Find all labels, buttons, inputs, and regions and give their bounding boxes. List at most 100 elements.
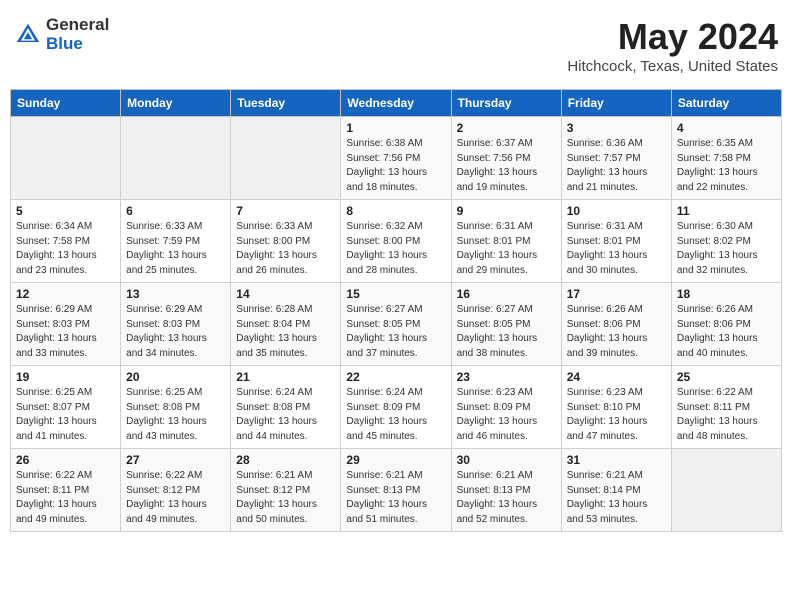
- calendar-body: 1 Sunrise: 6:38 AMSunset: 7:56 PMDaylight…: [11, 117, 782, 532]
- day-number: 8: [346, 204, 445, 218]
- calendar-cell: 18 Sunrise: 6:26 AMSunset: 8:06 PMDayligh…: [671, 283, 781, 366]
- day-number: 31: [567, 453, 666, 467]
- calendar-cell: 7 Sunrise: 6:33 AMSunset: 8:00 PMDaylight…: [231, 200, 341, 283]
- calendar-cell: 20 Sunrise: 6:25 AMSunset: 8:08 PMDayligh…: [121, 366, 231, 449]
- day-number: 10: [567, 204, 666, 218]
- weekday-header-cell: Saturday: [671, 90, 781, 117]
- day-info: Sunrise: 6:21 AMSunset: 8:13 PMDaylight:…: [457, 469, 556, 527]
- logo: General Blue: [14, 16, 109, 53]
- day-info: Sunrise: 6:21 AMSunset: 8:13 PMDaylight:…: [346, 469, 445, 527]
- day-number: 27: [126, 453, 225, 467]
- day-info: Sunrise: 6:21 AMSunset: 8:12 PMDaylight:…: [236, 469, 335, 527]
- calendar-cell: 23 Sunrise: 6:23 AMSunset: 8:09 PMDayligh…: [451, 366, 561, 449]
- day-number: 1: [346, 121, 445, 135]
- calendar-cell: 10 Sunrise: 6:31 AMSunset: 8:01 PMDayligh…: [561, 200, 671, 283]
- day-info: Sunrise: 6:31 AMSunset: 8:01 PMDaylight:…: [457, 220, 556, 278]
- day-number: 12: [16, 287, 115, 301]
- day-number: 4: [677, 121, 776, 135]
- weekday-header-cell: Tuesday: [231, 90, 341, 117]
- day-info: Sunrise: 6:22 AMSunset: 8:11 PMDaylight:…: [677, 386, 776, 444]
- day-info: Sunrise: 6:28 AMSunset: 8:04 PMDaylight:…: [236, 303, 335, 361]
- calendar-cell: 25 Sunrise: 6:22 AMSunset: 8:11 PMDayligh…: [671, 366, 781, 449]
- day-number: 17: [567, 287, 666, 301]
- day-number: 24: [567, 370, 666, 384]
- calendar-cell: 29 Sunrise: 6:21 AMSunset: 8:13 PMDayligh…: [341, 449, 451, 532]
- calendar-cell: 24Sunrise: 6:23 AMSunset: 8:10 PMDayligh…: [561, 366, 671, 449]
- day-number: 30: [457, 453, 556, 467]
- calendar-cell: 8 Sunrise: 6:32 AMSunset: 8:00 PMDaylight…: [341, 200, 451, 283]
- calendar-cell: 31 Sunrise: 6:21 AMSunset: 8:14 PMDayligh…: [561, 449, 671, 532]
- day-number: 11: [677, 204, 776, 218]
- calendar-cell: 21Sunrise: 6:24 AMSunset: 8:08 PMDayligh…: [231, 366, 341, 449]
- logo-icon: [14, 21, 42, 49]
- day-info: Sunrise: 6:24 AMSunset: 8:09 PMDaylight:…: [346, 386, 445, 444]
- day-number: 20: [126, 370, 225, 384]
- day-info: Sunrise: 6:31 AMSunset: 8:01 PMDaylight:…: [567, 220, 666, 278]
- calendar-cell: 27 Sunrise: 6:22 AMSunset: 8:12 PMDayligh…: [121, 449, 231, 532]
- calendar-cell: 3Sunrise: 6:36 AMSunset: 7:57 PMDaylight…: [561, 117, 671, 200]
- day-info: Sunrise: 6:26 AMSunset: 8:06 PMDaylight:…: [567, 303, 666, 361]
- day-info: Sunrise: 6:35 AMSunset: 7:58 PMDaylight:…: [677, 137, 776, 195]
- day-number: 21: [236, 370, 335, 384]
- day-info: Sunrise: 6:27 AMSunset: 8:05 PMDaylight:…: [457, 303, 556, 361]
- day-info: Sunrise: 6:21 AMSunset: 8:14 PMDaylight:…: [567, 469, 666, 527]
- day-info: Sunrise: 6:37 AMSunset: 7:56 PMDaylight:…: [457, 137, 556, 195]
- weekday-header-cell: Monday: [121, 90, 231, 117]
- calendar-cell: 1 Sunrise: 6:38 AMSunset: 7:56 PMDaylight…: [341, 117, 451, 200]
- calendar-cell: 11Sunrise: 6:30 AMSunset: 8:02 PMDayligh…: [671, 200, 781, 283]
- calendar-cell: 6Sunrise: 6:33 AMSunset: 7:59 PMDaylight…: [121, 200, 231, 283]
- calendar-cell: 5Sunrise: 6:34 AMSunset: 7:58 PMDaylight…: [11, 200, 121, 283]
- month-title: May 2024: [567, 16, 778, 58]
- day-info: Sunrise: 6:32 AMSunset: 8:00 PMDaylight:…: [346, 220, 445, 278]
- day-info: Sunrise: 6:38 AMSunset: 7:56 PMDaylight:…: [346, 137, 445, 195]
- calendar-cell: 4 Sunrise: 6:35 AMSunset: 7:58 PMDaylight…: [671, 117, 781, 200]
- weekday-header-cell: Thursday: [451, 90, 561, 117]
- day-info: Sunrise: 6:29 AMSunset: 8:03 PMDaylight:…: [16, 303, 115, 361]
- calendar-cell: 30 Sunrise: 6:21 AMSunset: 8:13 PMDayligh…: [451, 449, 561, 532]
- day-number: 5: [16, 204, 115, 218]
- day-number: 28: [236, 453, 335, 467]
- calendar-cell: 9 Sunrise: 6:31 AMSunset: 8:01 PMDaylight…: [451, 200, 561, 283]
- day-number: 7: [236, 204, 335, 218]
- day-info: Sunrise: 6:23 AMSunset: 8:09 PMDaylight:…: [457, 386, 556, 444]
- calendar-cell: [671, 449, 781, 532]
- day-info: Sunrise: 6:27 AMSunset: 8:05 PMDaylight:…: [346, 303, 445, 361]
- day-number: 29: [346, 453, 445, 467]
- calendar-cell: 15 Sunrise: 6:27 AMSunset: 8:05 PMDayligh…: [341, 283, 451, 366]
- logo-general-text: General: [46, 16, 109, 35]
- day-number: 25: [677, 370, 776, 384]
- day-info: Sunrise: 6:22 AMSunset: 8:11 PMDaylight:…: [16, 469, 115, 527]
- day-info: Sunrise: 6:25 AMSunset: 8:08 PMDaylight:…: [126, 386, 225, 444]
- day-number: 19: [16, 370, 115, 384]
- calendar-cell: 28 Sunrise: 6:21 AMSunset: 8:12 PMDayligh…: [231, 449, 341, 532]
- weekday-header-cell: Sunday: [11, 90, 121, 117]
- day-info: Sunrise: 6:25 AMSunset: 8:07 PMDaylight:…: [16, 386, 115, 444]
- calendar-cell: 17 Sunrise: 6:26 AMSunset: 8:06 PMDayligh…: [561, 283, 671, 366]
- day-number: 23: [457, 370, 556, 384]
- calendar-week-row: 12 Sunrise: 6:29 AMSunset: 8:03 PMDayligh…: [11, 283, 782, 366]
- day-number: 15: [346, 287, 445, 301]
- calendar-cell: [231, 117, 341, 200]
- calendar-cell: 2 Sunrise: 6:37 AMSunset: 7:56 PMDaylight…: [451, 117, 561, 200]
- calendar-week-row: 5Sunrise: 6:34 AMSunset: 7:58 PMDaylight…: [11, 200, 782, 283]
- calendar-cell: 14Sunrise: 6:28 AMSunset: 8:04 PMDayligh…: [231, 283, 341, 366]
- calendar-cell: [11, 117, 121, 200]
- day-number: 13: [126, 287, 225, 301]
- calendar-cell: 16 Sunrise: 6:27 AMSunset: 8:05 PMDayligh…: [451, 283, 561, 366]
- day-number: 6: [126, 204, 225, 218]
- day-number: 3: [567, 121, 666, 135]
- day-number: 9: [457, 204, 556, 218]
- day-number: 2: [457, 121, 556, 135]
- day-info: Sunrise: 6:26 AMSunset: 8:06 PMDaylight:…: [677, 303, 776, 361]
- day-number: 18: [677, 287, 776, 301]
- day-info: Sunrise: 6:22 AMSunset: 8:12 PMDaylight:…: [126, 469, 225, 527]
- calendar-cell: 13Sunrise: 6:29 AMSunset: 8:03 PMDayligh…: [121, 283, 231, 366]
- calendar-cell: [121, 117, 231, 200]
- day-number: 26: [16, 453, 115, 467]
- calendar-week-row: 1 Sunrise: 6:38 AMSunset: 7:56 PMDaylight…: [11, 117, 782, 200]
- calendar-cell: 22Sunrise: 6:24 AMSunset: 8:09 PMDayligh…: [341, 366, 451, 449]
- day-number: 16: [457, 287, 556, 301]
- location-title: Hitchcock, Texas, United States: [567, 58, 778, 75]
- page-header: General Blue May 2024 Hitchcock, Texas, …: [10, 10, 782, 81]
- day-info: Sunrise: 6:33 AMSunset: 8:00 PMDaylight:…: [236, 220, 335, 278]
